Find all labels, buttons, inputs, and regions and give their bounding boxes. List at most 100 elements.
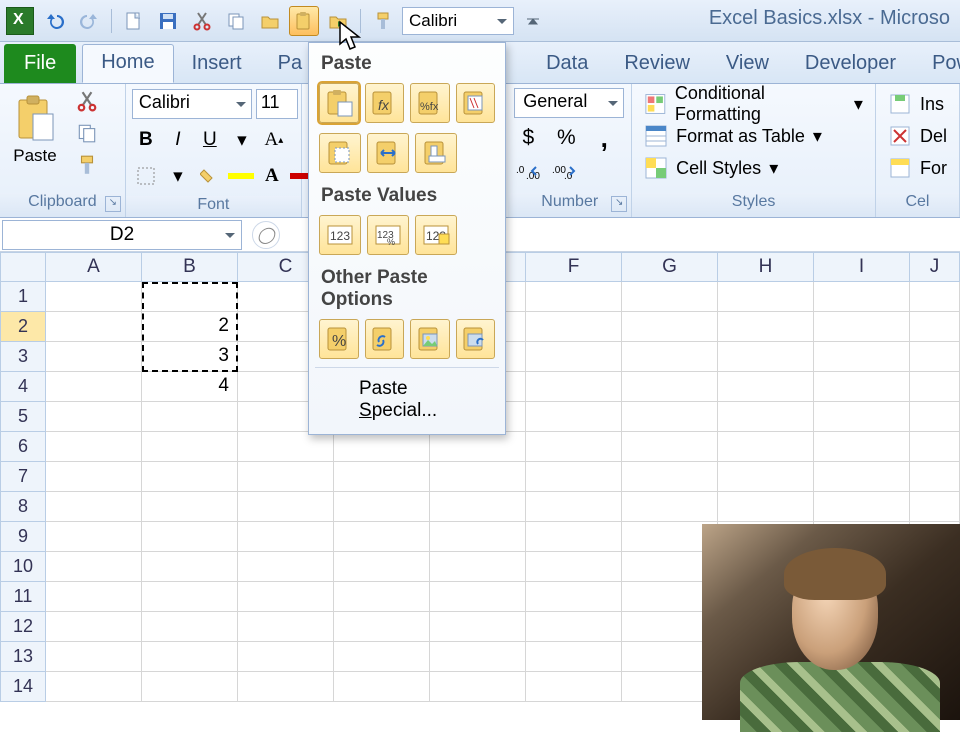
cell-H6[interactable] <box>718 432 814 462</box>
format-painter-qat[interactable] <box>368 6 398 36</box>
cell-B8[interactable] <box>142 492 238 522</box>
cell-H2[interactable] <box>718 312 814 342</box>
font-color-button[interactable]: A <box>258 162 286 190</box>
currency-button[interactable]: $ <box>514 124 542 152</box>
cell-G2[interactable] <box>622 312 718 342</box>
cell-G6[interactable] <box>622 432 718 462</box>
rowhead-9[interactable]: 9 <box>0 522 46 552</box>
cell-C11[interactable] <box>238 582 334 612</box>
rowhead-7[interactable]: 7 <box>0 462 46 492</box>
cell-D8[interactable] <box>334 492 430 522</box>
cell-G3[interactable] <box>622 342 718 372</box>
cell-B4[interactable]: 4 <box>142 372 238 402</box>
paste-formulas-number-button[interactable]: %fx <box>410 83 450 123</box>
cell-C13[interactable] <box>238 642 334 672</box>
rowhead-1[interactable]: 1 <box>0 282 46 312</box>
paste-keep-source-button[interactable] <box>456 83 496 123</box>
cut-button[interactable] <box>187 6 217 36</box>
tab-power[interactable]: Power <box>914 46 960 83</box>
cell-E8[interactable] <box>430 492 526 522</box>
cell-E14[interactable] <box>430 672 526 702</box>
redo-button[interactable] <box>74 6 104 36</box>
qat-font-combo[interactable]: Calibri <box>402 7 514 35</box>
cell-H3[interactable] <box>718 342 814 372</box>
rowhead-14[interactable]: 14 <box>0 672 46 702</box>
cell-styles-button[interactable]: Cell Styles ▾ <box>638 152 784 184</box>
paste-link-button[interactable] <box>365 319 405 359</box>
cell-H8[interactable] <box>718 492 814 522</box>
cell-I5[interactable] <box>814 402 910 432</box>
cell-F2[interactable] <box>526 312 622 342</box>
undo-button[interactable] <box>40 6 70 36</box>
cell-I8[interactable] <box>814 492 910 522</box>
cell-J4[interactable] <box>910 372 960 402</box>
font-grow-button[interactable]: A▴ <box>260 126 288 154</box>
decrease-decimal-button[interactable]: .00.0 <box>550 158 578 186</box>
conditional-formatting-button[interactable]: Conditional Formatting ▾ <box>638 88 869 120</box>
insert-cells-button[interactable]: Ins <box>882 88 950 120</box>
cell-G4[interactable] <box>622 372 718 402</box>
cell-F7[interactable] <box>526 462 622 492</box>
cell-F13[interactable] <box>526 642 622 672</box>
bold-button[interactable]: B <box>132 126 160 154</box>
copy-button[interactable] <box>221 6 251 36</box>
cell-B12[interactable] <box>142 612 238 642</box>
cell-B10[interactable] <box>142 552 238 582</box>
format-painter-button[interactable] <box>72 152 102 178</box>
paste-picture-button[interactable] <box>410 319 450 359</box>
rowhead-2[interactable]: 2 <box>0 312 46 342</box>
copy-ribbon-button[interactable] <box>72 120 102 146</box>
paste-values-button[interactable]: 123 <box>319 215 361 255</box>
save-button[interactable] <box>153 6 183 36</box>
cell-A12[interactable] <box>46 612 142 642</box>
folder-arrow-button[interactable] <box>323 6 353 36</box>
rowhead-3[interactable]: 3 <box>0 342 46 372</box>
cell-D11[interactable] <box>334 582 430 612</box>
format-cells-button[interactable]: For <box>882 152 953 184</box>
cell-A2[interactable] <box>46 312 142 342</box>
cell-D6[interactable] <box>334 432 430 462</box>
cell-G7[interactable] <box>622 462 718 492</box>
delete-cells-button[interactable]: Del <box>882 120 953 152</box>
format-as-table-button[interactable]: Format as Table ▾ <box>638 120 828 152</box>
cell-J1[interactable] <box>910 282 960 312</box>
cell-F10[interactable] <box>526 552 622 582</box>
cell-F14[interactable] <box>526 672 622 702</box>
cell-A8[interactable] <box>46 492 142 522</box>
cell-B13[interactable] <box>142 642 238 672</box>
cell-F8[interactable] <box>526 492 622 522</box>
borders-dropdown[interactable]: ▾ <box>164 162 192 190</box>
comma-button[interactable]: , <box>590 124 618 152</box>
paste-transpose-button[interactable] <box>415 133 457 173</box>
cell-B14[interactable] <box>142 672 238 702</box>
colhead-J[interactable]: J <box>910 252 960 282</box>
font-size-combo[interactable]: 11 <box>256 89 298 119</box>
paste-all-button[interactable] <box>319 83 359 123</box>
cell-C7[interactable] <box>238 462 334 492</box>
cell-I7[interactable] <box>814 462 910 492</box>
italic-button[interactable]: I <box>164 126 192 154</box>
cell-A14[interactable] <box>46 672 142 702</box>
cell-B7[interactable] <box>142 462 238 492</box>
tab-data[interactable]: Data <box>528 46 606 83</box>
colhead-F[interactable]: F <box>526 252 622 282</box>
tab-view[interactable]: View <box>708 46 787 83</box>
tab-developer[interactable]: Developer <box>787 46 914 83</box>
paste-special-item[interactable]: Paste Special... <box>315 367 499 434</box>
cell-A5[interactable] <box>46 402 142 432</box>
paste-formulas-button[interactable]: fx <box>365 83 405 123</box>
cell-B11[interactable] <box>142 582 238 612</box>
cell-G8[interactable] <box>622 492 718 522</box>
cell-J5[interactable] <box>910 402 960 432</box>
number-format-combo[interactable]: General <box>514 88 624 118</box>
rowhead-12[interactable]: 12 <box>0 612 46 642</box>
cell-A3[interactable] <box>46 342 142 372</box>
underline-dropdown[interactable]: ▾ <box>228 126 256 154</box>
cell-D14[interactable] <box>334 672 430 702</box>
cell-B6[interactable] <box>142 432 238 462</box>
cell-F3[interactable] <box>526 342 622 372</box>
cell-E12[interactable] <box>430 612 526 642</box>
cell-D12[interactable] <box>334 612 430 642</box>
cell-E9[interactable] <box>430 522 526 552</box>
paste-qat-button[interactable] <box>289 6 319 36</box>
